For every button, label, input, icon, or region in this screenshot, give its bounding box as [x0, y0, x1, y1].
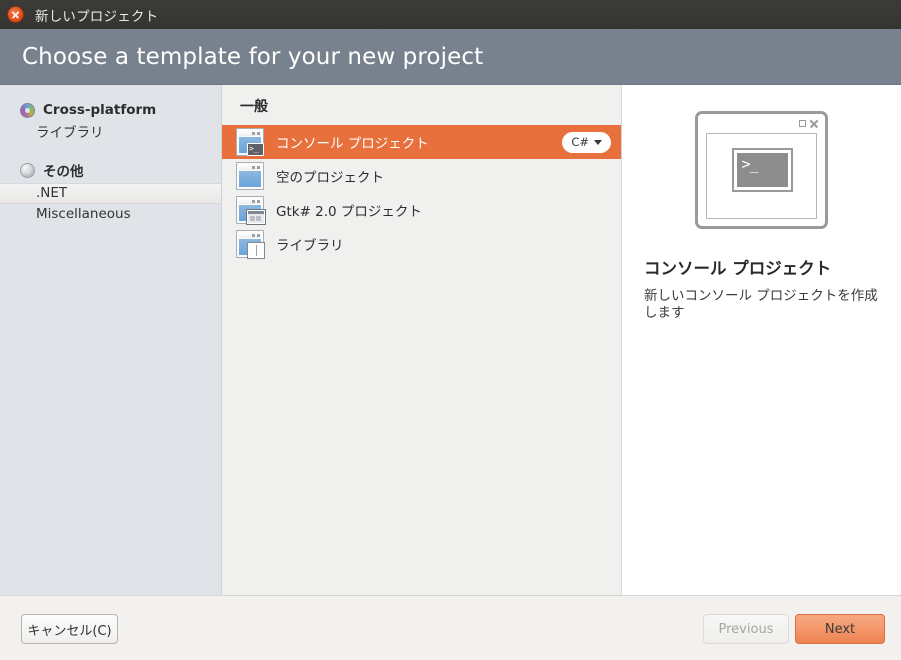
- category-group-other: その他 .NET Miscellaneous: [0, 157, 221, 225]
- sidebar-group-label: その他: [43, 164, 84, 180]
- window-titlebar: 新しいプロジェクト: [0, 0, 901, 29]
- sidebar-group-header-other[interactable]: その他: [0, 157, 221, 183]
- close-icon: [809, 119, 818, 128]
- dialog-footer: キャンセル(C) Previous Next: [0, 595, 901, 660]
- sidebar-group-header-cross-platform[interactable]: Cross-platform: [0, 97, 221, 123]
- chevron-down-icon: [594, 139, 602, 145]
- cancel-button[interactable]: キャンセル(C): [21, 614, 118, 644]
- page-title: Choose a template for your new project: [22, 43, 484, 70]
- language-label: C#: [571, 135, 589, 149]
- sidebar-item-library[interactable]: ライブラリ: [0, 123, 221, 144]
- illustration-window-controls: [799, 119, 818, 128]
- template-row-empty-project[interactable]: 空のプロジェクト: [222, 159, 621, 193]
- maximize-icon: [799, 120, 806, 127]
- gtk-project-icon: [236, 196, 266, 225]
- dialog-content: Cross-platform ライブラリ その他 .NET Miscellane…: [0, 85, 901, 595]
- sidebar-group-label: Cross-platform: [43, 102, 157, 118]
- platform-ring-icon: [20, 102, 35, 118]
- library-project-icon: [236, 230, 265, 259]
- preview-description: 新しいコンソール プロジェクトを作成します: [644, 288, 878, 321]
- template-label: ライブラリ: [276, 238, 344, 254]
- sidebar-item-miscellaneous[interactable]: Miscellaneous: [0, 204, 221, 225]
- terminal-prompt-glyph: >_: [731, 148, 793, 192]
- template-row-library[interactable]: ライブラリ: [222, 227, 621, 261]
- previous-button[interactable]: Previous: [703, 614, 789, 644]
- template-row-console-project[interactable]: >_ コンソール プロジェクト C#: [222, 125, 621, 159]
- next-button[interactable]: Next: [795, 614, 885, 644]
- other-ring-icon: [20, 162, 35, 178]
- console-project-icon: >_: [236, 128, 264, 156]
- category-sidebar: Cross-platform ライブラリ その他 .NET Miscellane…: [0, 85, 222, 595]
- template-preview-pane: >_ コンソール プロジェクト 新しいコンソール プロジェクトを作成します: [622, 85, 901, 595]
- console-window-illustration: >_: [695, 111, 828, 229]
- template-label: 空のプロジェクト: [276, 170, 384, 186]
- dialog-banner: Choose a template for your new project: [0, 29, 901, 85]
- empty-project-icon: [236, 162, 264, 190]
- new-project-dialog: 新しいプロジェクト Choose a template for your new…: [0, 0, 901, 660]
- language-selector-dropdown[interactable]: C#: [562, 131, 611, 153]
- template-label: Gtk# 2.0 プロジェクト: [276, 204, 422, 220]
- preview-title: コンソール プロジェクト: [644, 259, 832, 278]
- template-list: 一般 >_ コンソール プロジェクト C# 空のプロジェクト Gtk# 2.0 …: [222, 85, 622, 595]
- template-label: コンソール プロジェクト: [276, 136, 429, 152]
- category-group-cross-platform: Cross-platform ライブラリ: [0, 97, 221, 144]
- window-title: 新しいプロジェクト: [35, 8, 159, 25]
- template-group-label: 一般: [240, 99, 268, 115]
- close-icon[interactable]: [7, 6, 24, 23]
- template-row-gtk-project[interactable]: Gtk# 2.0 プロジェクト: [222, 193, 621, 227]
- sidebar-item-dotnet[interactable]: .NET: [0, 183, 221, 204]
